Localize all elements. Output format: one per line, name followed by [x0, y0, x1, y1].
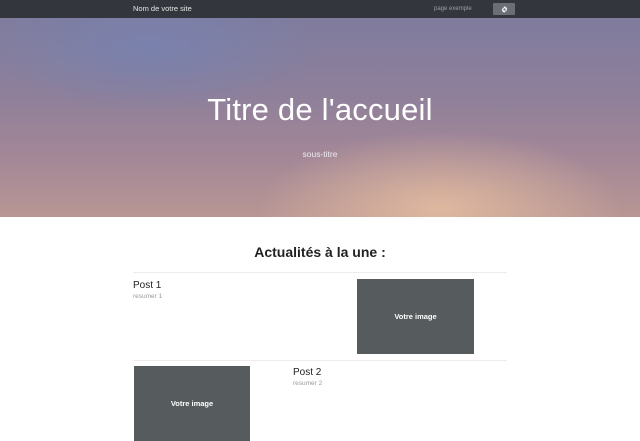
hero-banner: Titre de l'accueil sous-titre — [0, 18, 640, 217]
hero-title: Titre de l'accueil — [207, 92, 433, 127]
divider — [133, 360, 507, 361]
post-title[interactable]: Post 1 — [133, 280, 161, 291]
divider — [133, 272, 507, 273]
image-placeholder-label: Votre image — [170, 399, 214, 408]
settings-button[interactable] — [493, 3, 515, 15]
nav-link-page-exemple[interactable]: page exemple — [434, 0, 472, 18]
post-image-placeholder: Votre image — [134, 366, 250, 441]
post-summary: resumer 1 — [133, 293, 163, 300]
image-placeholder-label: Votre image — [394, 312, 437, 321]
post-summary: resumer 2 — [293, 380, 323, 387]
site-brand[interactable]: Nom de votre site — [133, 0, 192, 18]
post-title[interactable]: Post 2 — [293, 367, 321, 378]
post-image-placeholder: Votre image — [357, 279, 474, 354]
hero-subtitle: sous-titre — [302, 149, 338, 159]
gear-icon — [501, 5, 507, 13]
top-navbar: Nom de votre site page exemple — [0, 0, 640, 18]
news-heading: Actualités à la une : — [254, 244, 386, 260]
